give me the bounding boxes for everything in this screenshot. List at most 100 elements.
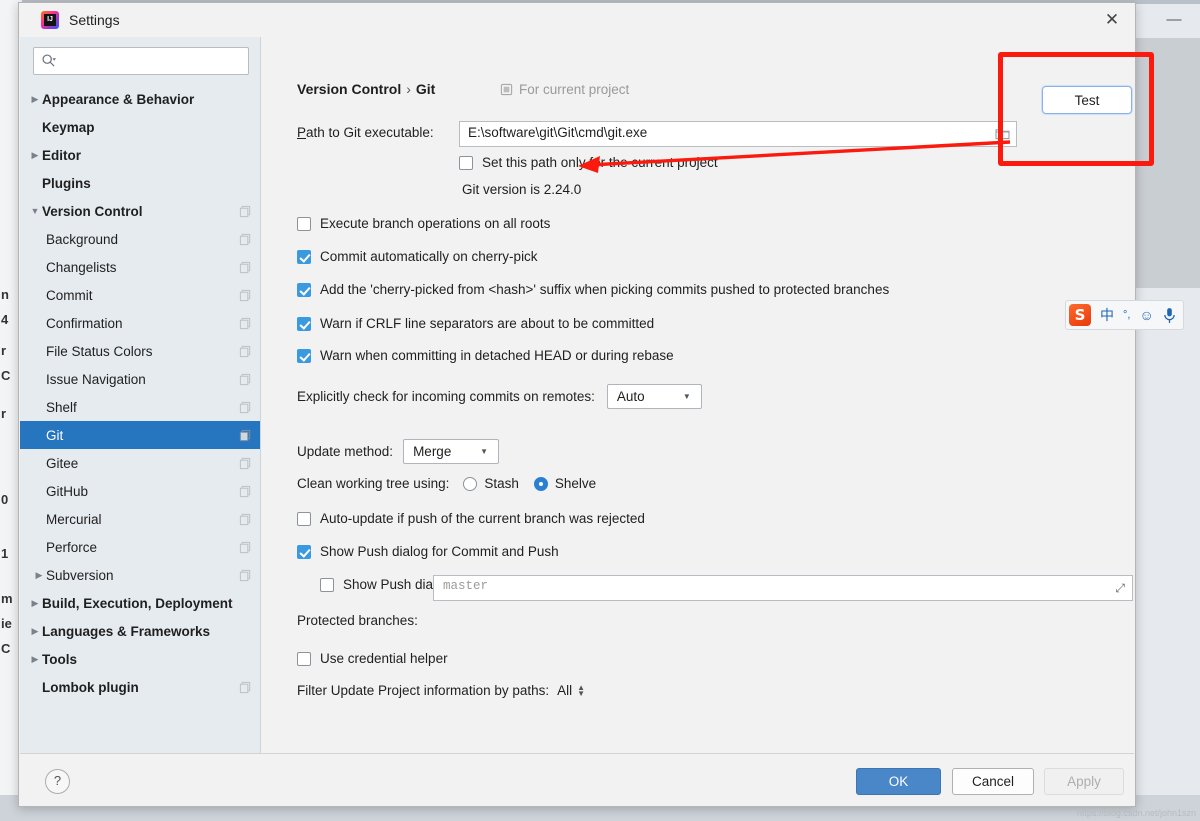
radio-stash[interactable]: Stash	[463, 476, 519, 491]
copy-settings-icon[interactable]	[239, 541, 252, 554]
sidebar-item-github[interactable]: GitHub	[20, 477, 260, 505]
voice-input-icon[interactable]	[1163, 307, 1176, 324]
dialog-title: Settings	[69, 12, 120, 28]
copy-settings-icon[interactable]	[239, 457, 252, 470]
sidebar-item-gitee[interactable]: Gitee	[20, 449, 260, 477]
use-credential-helper-checkbox[interactable]	[297, 652, 311, 666]
sidebar-item-shelf[interactable]: Shelf	[20, 393, 260, 421]
sidebar-item-plugins[interactable]: Plugins	[20, 169, 260, 197]
warn-when-committing-in-detached-head-checkbox[interactable]	[297, 349, 311, 363]
sidebar-item-mercurial[interactable]: Mercurial	[20, 505, 260, 533]
show-push-dialog-row[interactable]: Show Push dialog for Commit and Push	[297, 544, 559, 559]
set-path-only-current-project-row[interactable]: Set this path only for the current proje…	[459, 155, 718, 170]
sidebar-item-file-status-colors[interactable]: File Status Colors	[20, 337, 260, 365]
sidebar-item-editor[interactable]: ▶Editor	[20, 141, 260, 169]
copy-settings-icon[interactable]	[239, 345, 252, 358]
sidebar-item-label: Languages & Frameworks	[42, 624, 252, 639]
incoming-commits-dropdown[interactable]: Auto ▼	[607, 384, 702, 409]
update-method-dropdown[interactable]: Merge ▼	[403, 439, 499, 464]
sidebar-item-lombok-plugin[interactable]: Lombok plugin	[20, 673, 260, 701]
punctuation-icon[interactable]: °,	[1123, 309, 1130, 321]
sidebar-item-background[interactable]: Background	[20, 225, 260, 253]
chevron-right-icon[interactable]: ▶	[32, 561, 46, 589]
sidebar-item-commit[interactable]: Commit	[20, 281, 260, 309]
sidebar-item-build-execution-deployment[interactable]: ▶Build, Execution, Deployment	[20, 589, 260, 617]
shelve-radio[interactable]	[534, 477, 548, 491]
filter-update-project-stepper[interactable]: All ▲▼	[557, 683, 585, 698]
ok-button[interactable]: OK	[856, 768, 941, 795]
tree-spacer	[32, 365, 46, 393]
search-input[interactable]	[62, 48, 246, 76]
warn-if-crlf-line-separators-checkbox[interactable]	[297, 317, 311, 331]
search-box[interactable]	[33, 47, 249, 75]
expand-icon[interactable]: ⤢	[1115, 581, 1125, 596]
chinese-mode-icon[interactable]: 中	[1100, 305, 1114, 325]
copy-settings-icon[interactable]	[239, 205, 252, 218]
copy-settings-icon[interactable]	[239, 289, 252, 302]
show-push-dialog-protected-checkbox[interactable]	[320, 578, 334, 592]
tree-spacer	[28, 113, 42, 141]
auto-update-if-push-rejected-checkbox[interactable]	[297, 512, 311, 526]
chevron-right-icon[interactable]: ▶	[28, 617, 42, 645]
sidebar-item-git[interactable]: Git	[20, 421, 260, 449]
sidebar-item-tools[interactable]: ▶Tools	[20, 645, 260, 673]
tree-spacer	[32, 421, 46, 449]
copy-settings-icon[interactable]	[239, 233, 252, 246]
tree-spacer	[32, 505, 46, 533]
sidebar-item-keymap[interactable]: Keymap	[20, 113, 260, 141]
chevron-down-icon[interactable]: ▼	[28, 197, 42, 225]
breadcrumb-parent[interactable]: Version Control	[297, 81, 401, 97]
sidebar-item-changelists[interactable]: Changelists	[20, 253, 260, 281]
copy-settings-icon[interactable]	[239, 513, 252, 526]
tree-spacer	[32, 533, 46, 561]
copy-settings-icon[interactable]	[239, 317, 252, 330]
chevron-right-icon[interactable]: ▶	[28, 589, 42, 617]
sogou-logo-icon[interactable]: S	[1069, 304, 1091, 326]
copy-settings-icon[interactable]	[239, 681, 252, 694]
sidebar-item-label: Shelf	[46, 400, 239, 415]
chevron-right-icon[interactable]: ▶	[28, 85, 42, 113]
stash-radio[interactable]	[463, 477, 477, 491]
copy-settings-icon[interactable]	[239, 569, 252, 582]
chevron-right-icon[interactable]: ▶	[28, 141, 42, 169]
use-credential-helper-row[interactable]: Use credential helper	[297, 651, 448, 666]
checkbox-row-warn-when-committing-in-detached-head[interactable]: Warn when committing in detached HEAD or…	[297, 348, 674, 363]
path-to-git-input[interactable]: E:\software\git\Git\cmd\git.exe	[459, 121, 1017, 147]
sidebar-item-label: Confirmation	[46, 316, 239, 331]
set-path-only-current-project-checkbox[interactable]	[459, 156, 473, 170]
sidebar-item-issue-navigation[interactable]: Issue Navigation	[20, 365, 260, 393]
chevron-right-icon[interactable]: ▶	[28, 645, 42, 673]
auto-update-if-push-rejected-row[interactable]: Auto-update if push of the current branc…	[297, 511, 645, 526]
checkbox-row-add-cherry-picked-from-hash-suffix[interactable]: Add the 'cherry-picked from <hash>' suff…	[297, 282, 889, 297]
sidebar-item-appearance-and-behavior[interactable]: ▶Appearance & Behavior	[20, 85, 260, 113]
ime-toolbar[interactable]: S 中 °, ☺	[1065, 300, 1184, 330]
radio-shelve[interactable]: Shelve	[534, 476, 596, 491]
sidebar-item-confirmation[interactable]: Confirmation	[20, 309, 260, 337]
execute-branch-operations-on-all-roots-checkbox[interactable]	[297, 217, 311, 231]
help-button[interactable]: ?	[45, 769, 70, 794]
sidebar-item-label: Lombok plugin	[42, 680, 239, 695]
copy-settings-icon[interactable]	[239, 429, 252, 442]
close-icon[interactable]: ✕	[1089, 3, 1135, 37]
show-push-dialog-checkbox[interactable]	[297, 545, 311, 559]
sidebar-item-perforce[interactable]: Perforce	[20, 533, 260, 561]
add-cherry-picked-from-hash-suffix-checkbox[interactable]	[297, 283, 311, 297]
copy-settings-icon[interactable]	[239, 485, 252, 498]
commit-automatically-on-cherry-pick-checkbox[interactable]	[297, 250, 311, 264]
protected-branches-input[interactable]: master ⤢	[433, 575, 1133, 601]
sidebar-item-languages-and-frameworks[interactable]: ▶Languages & Frameworks	[20, 617, 260, 645]
emoji-icon[interactable]: ☺	[1139, 307, 1153, 323]
checkbox-row-warn-if-crlf-line-separators[interactable]: Warn if CRLF line separators are about t…	[297, 316, 654, 331]
checkbox-row-commit-automatically-on-cherry-pick[interactable]: Commit automatically on cherry-pick	[297, 249, 538, 264]
filter-update-project-row: Filter Update Project information by pat…	[297, 683, 585, 698]
sidebar-item-label: Git	[46, 428, 239, 443]
copy-settings-icon[interactable]	[239, 401, 252, 414]
copy-settings-icon[interactable]	[239, 261, 252, 274]
copy-settings-icon[interactable]	[239, 373, 252, 386]
stepper-arrows-icon[interactable]: ▲▼	[577, 685, 585, 697]
checkbox-row-execute-branch-operations-on-all-roots[interactable]: Execute branch operations on all roots	[297, 216, 550, 231]
sidebar-item-subversion[interactable]: ▶Subversion	[20, 561, 260, 589]
minimize-icon[interactable]: —	[1160, 10, 1188, 30]
cancel-button[interactable]: Cancel	[952, 768, 1034, 795]
sidebar-item-version-control[interactable]: ▼Version Control	[20, 197, 260, 225]
